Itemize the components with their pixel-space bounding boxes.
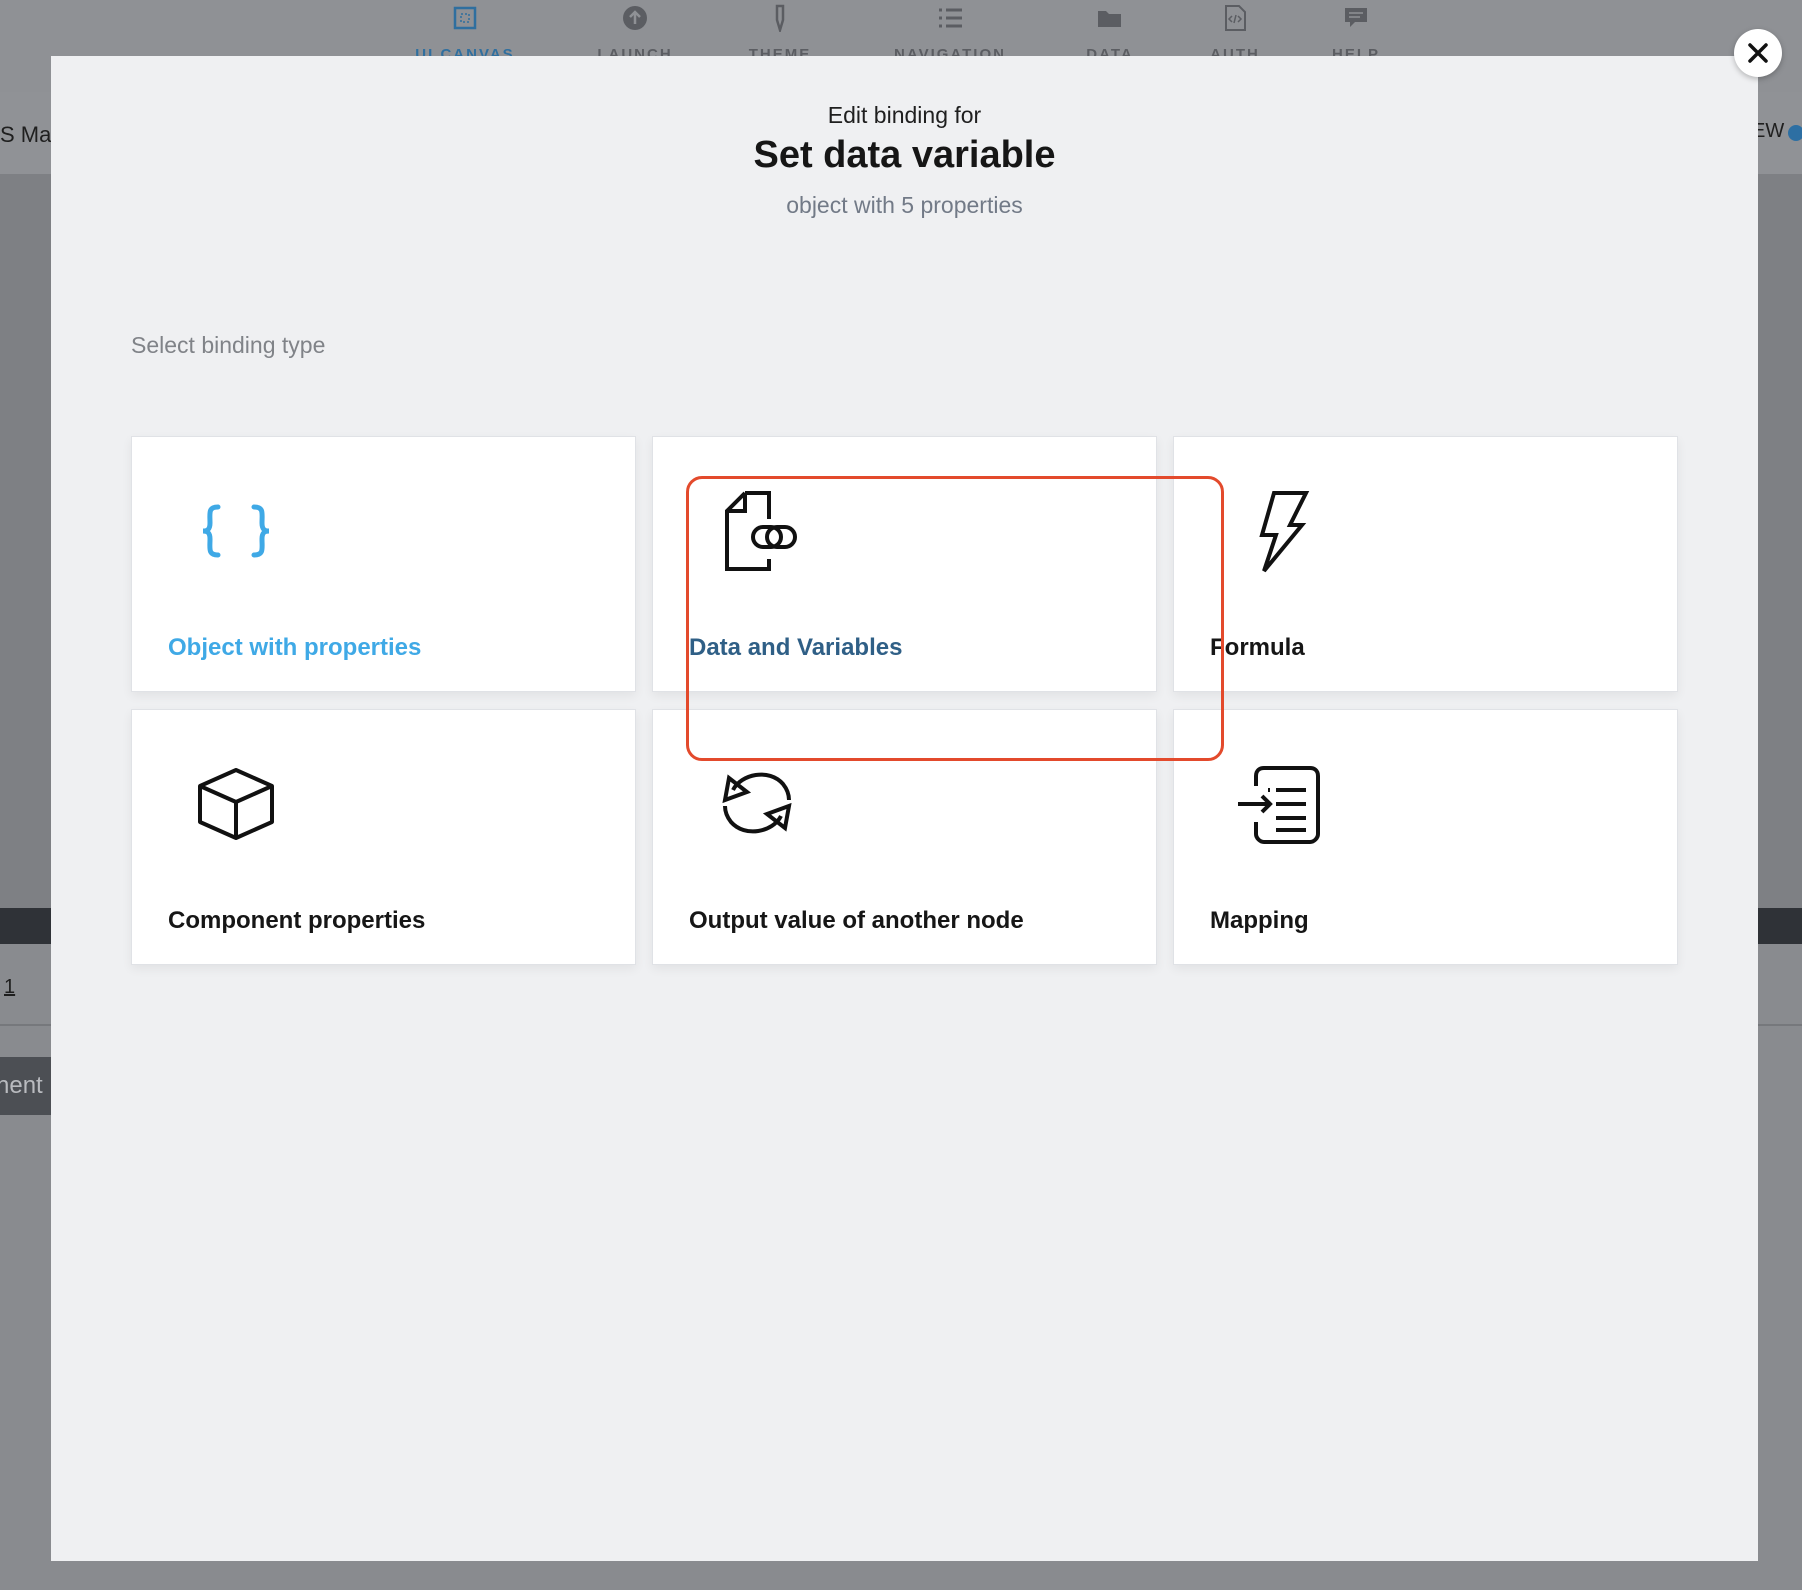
background-page-name[interactable]: S Ma (0, 122, 51, 148)
card-label: Component properties (168, 907, 426, 934)
chat-icon (1345, 8, 1367, 27)
section-label: Select binding type (131, 332, 326, 358)
binding-modal: Edit binding for Set data variable objec… (51, 56, 1758, 1561)
mapping-list-icon (1230, 756, 1326, 852)
list-icon (939, 8, 962, 28)
nav-item-ui-canvas[interactable]: UI CANVAS (400, 0, 530, 63)
binding-card-data-and-variables[interactable]: Data and Variables (652, 436, 1157, 692)
folder-icon (1098, 11, 1121, 27)
canvas-icon (453, 6, 477, 30)
nav-item-help[interactable]: HELP (1306, 0, 1406, 63)
binding-card-component-properties[interactable]: Component properties (131, 709, 636, 965)
modal-pretitle: Edit binding for (827, 102, 982, 128)
upload-icon (623, 6, 647, 30)
card-label: Output value of another node (689, 907, 1024, 934)
nav-item-auth[interactable]: AUTH (1185, 0, 1285, 63)
cube-icon (188, 756, 284, 852)
lightning-icon (1230, 483, 1326, 579)
cycle-arrows-icon (709, 756, 805, 852)
card-label: Data and Variables (689, 634, 903, 661)
curly-braces-icon (188, 483, 284, 579)
background-button-label: nent (0, 1072, 43, 1099)
card-label: Object with properties (168, 634, 422, 661)
code-file-icon (1225, 5, 1246, 31)
linked-document-icon (709, 483, 805, 579)
nav-item-data[interactable]: DATA (1060, 0, 1160, 63)
binding-card-mapping[interactable]: Mapping (1173, 709, 1678, 965)
modal-subtitle: object with 5 properties (786, 192, 1023, 218)
card-label: Formula (1210, 634, 1305, 661)
binding-card-output-value[interactable]: Output value of another node (652, 709, 1157, 965)
nav-item-theme[interactable]: THEME (730, 0, 830, 63)
nav-item-launch[interactable]: LAUNCH (570, 0, 700, 63)
binding-card-object-with-properties[interactable]: Object with properties (131, 436, 636, 692)
status-dot (1788, 125, 1802, 141)
card-label: Mapping (1210, 907, 1309, 934)
background-button[interactable]: nent (0, 1057, 54, 1115)
brush-icon (775, 4, 785, 32)
modal-title: Set data variable (753, 134, 1056, 176)
close-icon (1748, 43, 1768, 63)
nav-item-navigation[interactable]: NAVIGATION (875, 0, 1025, 63)
close-button[interactable] (1734, 29, 1782, 77)
binding-card-formula[interactable]: Formula (1173, 436, 1678, 692)
background-link[interactable]: 1 (4, 976, 15, 999)
